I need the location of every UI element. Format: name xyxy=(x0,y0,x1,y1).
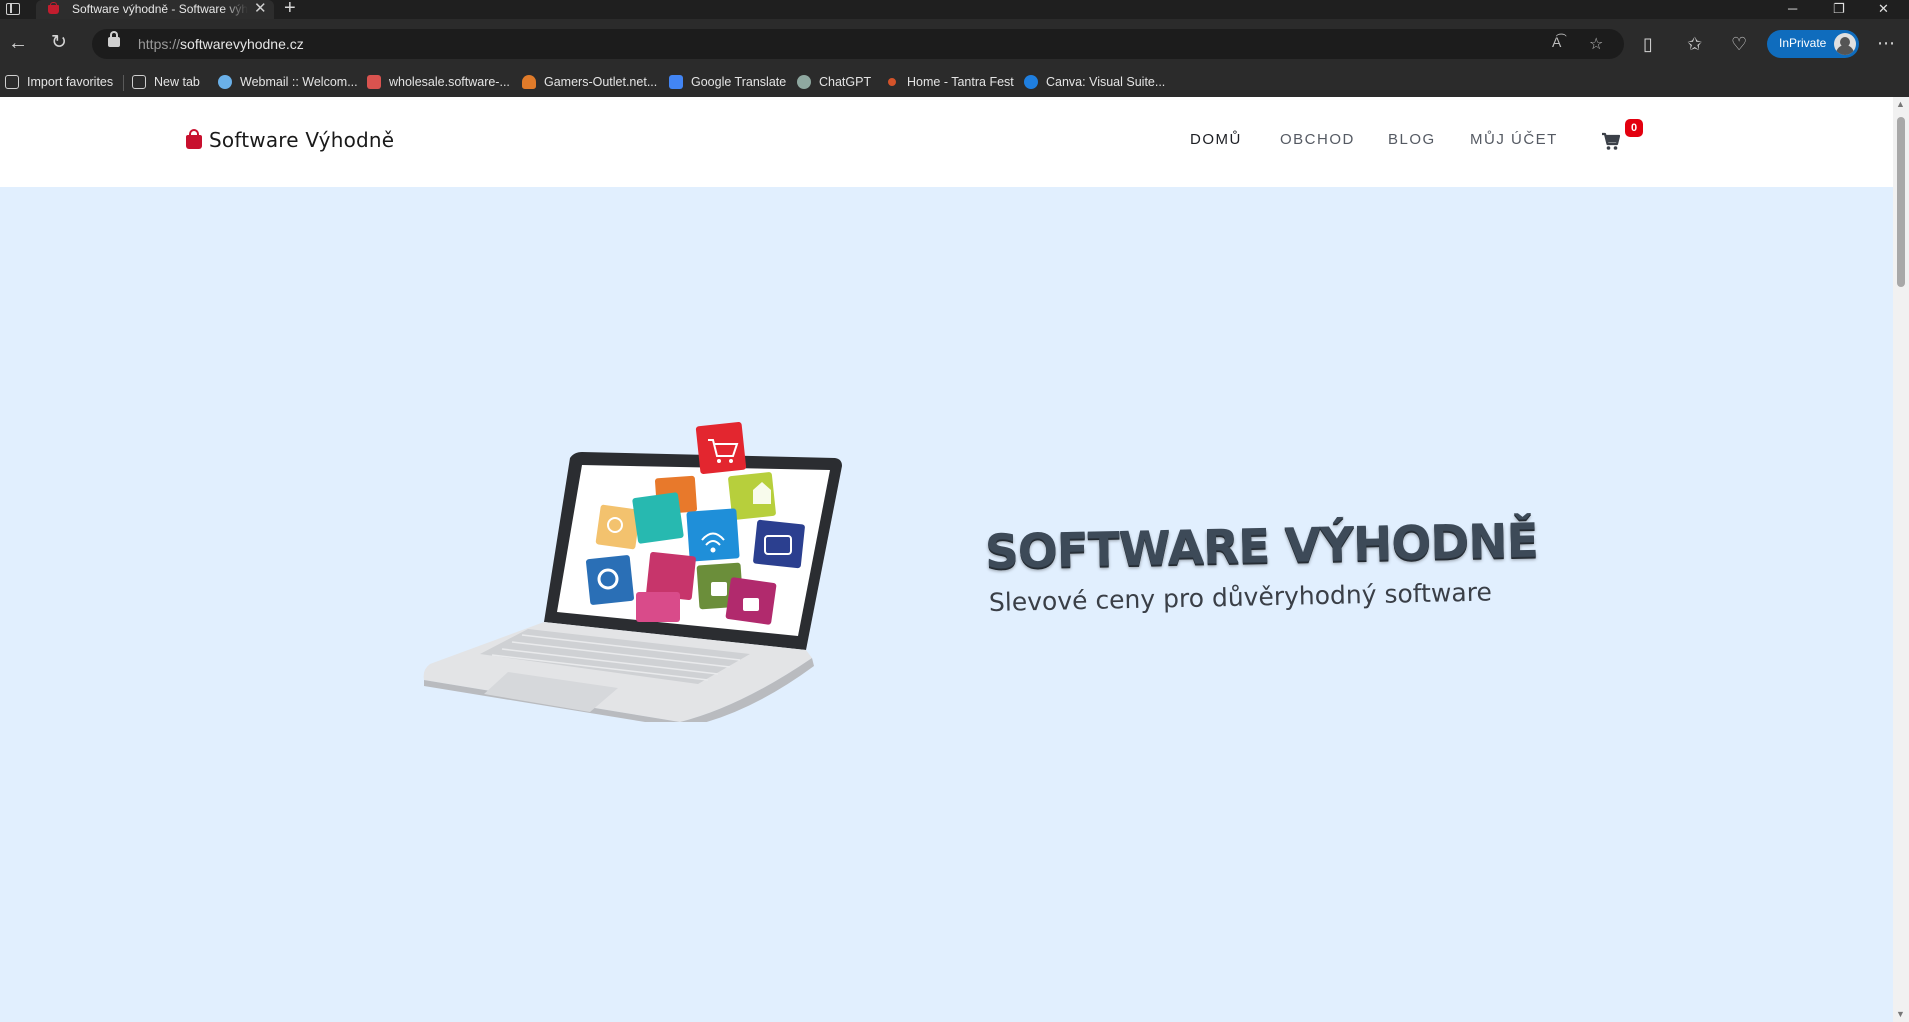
browser-toolbar: ← ↻ https://softwarevyhodne.cz A͡ ☆ ▯ ✩ … xyxy=(0,19,1909,69)
page-scrollbar[interactable]: ▲ ▼ xyxy=(1893,97,1909,1022)
laptop-apps-illustration xyxy=(423,422,842,722)
bookmark-import-favorites[interactable]: Import favorites xyxy=(5,75,113,89)
cart-count-badge: 0 xyxy=(1625,119,1643,137)
chatgpt-icon xyxy=(797,75,811,89)
tab-close-icon[interactable]: ✕ xyxy=(254,0,267,18)
webmail-icon xyxy=(218,75,232,89)
wholesale-icon xyxy=(367,75,381,89)
back-icon[interactable]: ← xyxy=(8,33,28,53)
scroll-down-icon[interactable]: ▼ xyxy=(1896,1009,1905,1019)
canva-icon xyxy=(1024,75,1038,89)
hero-subtitle: Slevové ceny pro důvěryhodný software xyxy=(988,577,1493,617)
favorites-icon[interactable]: ✩ xyxy=(1687,34,1702,54)
gamers-outlet-icon xyxy=(522,75,536,89)
tab-actions-icon[interactable] xyxy=(6,3,20,15)
browser-tabstrip: Software výhodně - Software výhodně ✕ + … xyxy=(0,0,1909,19)
bookmark-google-translate[interactable]: Google Translate xyxy=(669,75,786,89)
site-header: Software Výhodně DOMŮ OBCHOD BLOG MŮJ ÚČ… xyxy=(0,97,1893,187)
inprivate-badge[interactable]: InPrivate xyxy=(1767,30,1859,58)
hero-banner: SOFTWARE VÝHODNĚ Slevové ceny pro důvěry… xyxy=(0,187,1893,1022)
inprivate-label: InPrivate xyxy=(1779,36,1827,50)
scrollbar-thumb[interactable] xyxy=(1897,117,1905,287)
restore-icon[interactable]: ❐ xyxy=(1833,0,1845,17)
refresh-icon[interactable]: ↻ xyxy=(51,33,67,53)
bookmark-chatgpt[interactable]: ChatGPT xyxy=(797,75,871,89)
favorites-bar: Import favorites New tab Webmail :: Welc… xyxy=(0,69,1909,97)
browser-essentials-icon[interactable]: ♡ xyxy=(1731,34,1747,54)
hero-title: SOFTWARE VÝHODNĚ xyxy=(984,513,1539,580)
new-tab-icon xyxy=(132,75,146,89)
split-screen-icon[interactable]: ▯ xyxy=(1643,34,1653,54)
browser-tab-active[interactable]: Software výhodně - Software výhodně ✕ xyxy=(36,0,274,19)
site-favicon-icon xyxy=(48,2,59,14)
cart-button[interactable]: 0 xyxy=(1602,119,1643,158)
tantra-fest-icon xyxy=(888,78,896,86)
new-tab-button[interactable]: + xyxy=(284,0,296,18)
google-translate-icon xyxy=(669,75,683,89)
bookmark-gamers-outlet[interactable]: Gamers-Outlet.net... xyxy=(522,75,657,89)
address-bar[interactable]: https://softwarevyhodne.cz A͡ ☆ xyxy=(92,29,1624,59)
minimize-icon[interactable]: ─ xyxy=(1788,0,1797,17)
shopping-cart-icon xyxy=(1602,132,1620,150)
bookmark-canva[interactable]: Canva: Visual Suite... xyxy=(1024,75,1165,89)
bookmark-wholesale[interactable]: wholesale.software-... xyxy=(367,75,510,89)
nav-blog[interactable]: BLOG xyxy=(1388,131,1436,148)
bookmark-tantra-fest[interactable]: Home - Tantra Fest xyxy=(885,75,1014,89)
profile-avatar-icon xyxy=(1834,33,1856,55)
favorite-star-icon[interactable]: ☆ xyxy=(1589,34,1603,54)
bookmarks-separator xyxy=(123,75,124,91)
shopping-bag-icon xyxy=(186,128,202,149)
nav-shop[interactable]: OBCHOD xyxy=(1280,131,1355,148)
import-favorites-icon xyxy=(5,75,19,89)
url-text[interactable]: https://softwarevyhodne.cz xyxy=(138,36,304,52)
settings-more-icon[interactable]: ⋯ xyxy=(1877,33,1895,53)
tab-title: Software výhodně - Software výhodně xyxy=(72,2,248,16)
window-close-icon[interactable]: ✕ xyxy=(1878,0,1889,17)
site-logo-text: Software Výhodně xyxy=(209,128,395,152)
nav-my-account[interactable]: MŮJ ÚČET xyxy=(1470,131,1558,148)
site-logo-link[interactable]: Software Výhodně xyxy=(186,128,394,152)
read-aloud-icon[interactable]: A͡ xyxy=(1552,34,1561,50)
nav-home[interactable]: DOMŮ xyxy=(1190,131,1242,148)
bookmark-webmail[interactable]: Webmail :: Welcom... xyxy=(218,75,358,89)
scroll-up-icon[interactable]: ▲ xyxy=(1896,99,1905,109)
lock-icon[interactable] xyxy=(108,31,120,47)
page-viewport: Software Výhodně DOMŮ OBCHOD BLOG MŮJ ÚČ… xyxy=(0,97,1893,1022)
bookmark-new-tab[interactable]: New tab xyxy=(132,75,200,89)
